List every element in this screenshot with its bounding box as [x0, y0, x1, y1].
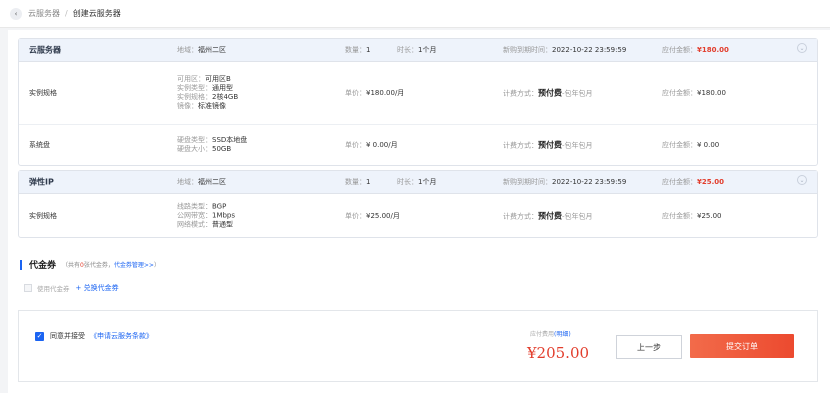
server-spec-row: 实例规格 可用区：可用区B 实例类型：通用型 实例规格：2核4GB 镜像：标准镜…	[19, 62, 817, 125]
use-voucher-label: 使用代金券	[37, 285, 70, 293]
server-region: 地域：福州二区	[177, 46, 226, 54]
server-amount: 应付金额：¥180.00	[662, 46, 729, 54]
unit-price: 单价：¥25.00/月	[345, 211, 400, 220]
spec-line: 实例规格：2核4GB	[177, 93, 239, 101]
row-name: 系统盘	[29, 141, 50, 149]
eip-order-card: 弹性IP 地域：福州二区 数量：1 时长：1个月 新购到期时间：2022-10-…	[18, 170, 818, 238]
unit-price: 单价：¥ 0.00/月	[345, 141, 398, 149]
chevron-down-icon[interactable]: ⌄	[797, 175, 807, 185]
agree-checkbox[interactable]: ✓	[35, 331, 44, 341]
breadcrumb: ‹ 云服务器 / 创建云服务器	[0, 0, 830, 28]
server-qty: 数量：1	[345, 46, 371, 54]
unit-price: 单价：¥180.00/月	[345, 89, 405, 97]
eip-card-title: 弹性IP	[29, 177, 54, 187]
total-amount: ¥205.00	[527, 344, 590, 362]
server-duration: 时长：1个月	[397, 46, 437, 54]
eip-amount: 应付金额：¥25.00	[662, 178, 725, 186]
agree-text: 同意并接受	[50, 332, 85, 340]
eip-qty: 数量：1	[345, 178, 371, 186]
voucher-note: （共有0张代金券，代金券管理>>）	[62, 262, 160, 269]
main-panel: 云服务器 地域：福州二区 数量：1 时长：1个月 新购到期时间：2022-10-…	[8, 30, 830, 393]
previous-step-button[interactable]: 上一步	[616, 335, 682, 359]
chevron-left-icon[interactable]: ‹	[10, 7, 22, 20]
billing-method: 计费方式：预付费-包年包月	[503, 211, 593, 220]
billing-method: 计费方式：预付费-包年包月	[503, 140, 593, 150]
spec-line: 公网带宽：1Mbps	[177, 211, 236, 219]
payable-label: 应付费用(明细)	[530, 331, 571, 338]
voucher-section-title: 代金券 （共有0张代金券，代金券管理>>）	[20, 258, 160, 271]
server-card-header: 云服务器 地域：福州二区 数量：1 时长：1个月 新购到期时间：2022-10-…	[19, 39, 817, 62]
voucher-manage-link[interactable]: 代金券管理>>	[114, 262, 154, 269]
breadcrumb-separator: /	[65, 9, 68, 18]
submit-order-button[interactable]: 提交订单	[690, 334, 794, 358]
row-name: 实例规格	[29, 89, 57, 97]
detail-link[interactable]: (明细)	[554, 331, 571, 338]
chevron-down-icon[interactable]: ⌄	[797, 43, 807, 53]
row-amount: 应付金额：¥ 0.00	[662, 141, 720, 149]
use-voucher-checkbox[interactable]	[24, 284, 32, 292]
server-expire: 新购到期时间：2022-10-22 23:59:59	[503, 46, 627, 54]
spec-line: 可用区：可用区B	[177, 75, 231, 83]
spec-line: 硬盘类型：SSD本地盘	[177, 136, 248, 144]
eip-region: 地域：福州二区	[177, 178, 226, 186]
spec-line: 硬盘大小：50GB	[177, 145, 232, 153]
row-name: 实例规格	[29, 211, 57, 220]
eip-expire: 新购到期时间：2022-10-22 23:59:59	[503, 178, 627, 186]
spec-list: 硬盘类型：SSD本地盘 硬盘大小：50GB	[177, 136, 247, 154]
eip-spec-row: 实例规格 线路类型：BGP 公网带宽：1Mbps 网络模式：普通型 单价：¥25…	[19, 194, 817, 237]
eip-duration: 时长：1个月	[397, 178, 437, 186]
spec-line: 线路类型：BGP	[177, 202, 227, 210]
exchange-voucher-link[interactable]: + 兑换代金券	[76, 283, 119, 293]
server-card-title: 云服务器	[29, 45, 61, 55]
spec-line: 镜像：标准镜像	[177, 102, 226, 110]
section-marker	[20, 259, 22, 270]
spec-line: 实例类型：通用型	[177, 84, 233, 92]
terms-agreement: ✓ 同意并接受 《申请云服务条款》	[35, 331, 153, 341]
terms-link[interactable]: 《申请云服务条款》	[90, 331, 153, 341]
server-order-card: 云服务器 地域：福州二区 数量：1 时长：1个月 新购到期时间：2022-10-…	[18, 38, 818, 166]
spec-line: 网络模式：普通型	[177, 220, 233, 228]
row-amount: 应付金额：¥180.00	[662, 89, 726, 97]
order-footer: ✓ 同意并接受 《申请云服务条款》 应付费用(明细) ¥205.00 上一步 提…	[18, 310, 818, 382]
system-disk-row: 系统盘 硬盘类型：SSD本地盘 硬盘大小：50GB 单价：¥ 0.00/月 计费…	[19, 125, 817, 165]
row-amount: 应付金额：¥25.00	[662, 211, 722, 220]
breadcrumb-current: 创建云服务器	[72, 9, 121, 18]
breadcrumb-parent[interactable]: 云服务器	[28, 8, 60, 19]
eip-card-header: 弹性IP 地域：福州二区 数量：1 时长：1个月 新购到期时间：2022-10-…	[19, 171, 817, 194]
voucher-title: 代金券	[29, 261, 57, 271]
billing-method: 计费方式：预付费-包年包月	[503, 88, 593, 98]
spec-list: 可用区：可用区B 实例类型：通用型 实例规格：2核4GB 镜像：标准镜像	[177, 75, 238, 111]
voucher-options: 使用代金券 + 兑换代金券	[24, 283, 119, 293]
spec-list: 线路类型：BGP 公网带宽：1Mbps 网络模式：普通型	[177, 202, 235, 229]
